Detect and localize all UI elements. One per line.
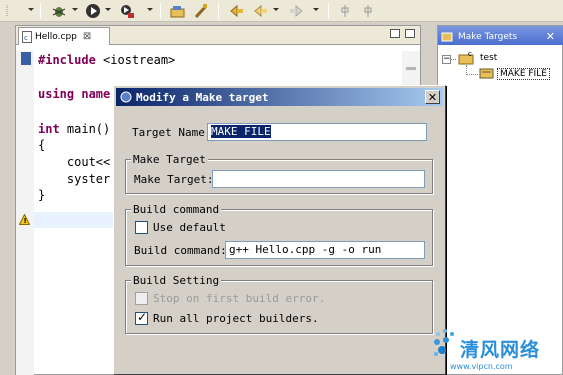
build-command-field[interactable]: g++ Hello.cpp -g -o run bbox=[225, 241, 425, 259]
stop-on-error-label[interactable]: Stop on first build error. bbox=[153, 292, 325, 305]
code-line[interactable]: #include <iostream> bbox=[38, 52, 175, 68]
watermark-logo: 清风网络 www.vipcn.com bbox=[430, 322, 563, 375]
use-default-label[interactable]: Use default bbox=[153, 221, 226, 234]
build-command-group-title: Build command bbox=[131, 203, 222, 216]
target-name-field[interactable]: MAKE FILE bbox=[207, 123, 427, 141]
close-button[interactable]: ✕ bbox=[425, 90, 440, 104]
editor-tab-bar: c Hello.cpp ⊠ bbox=[16, 26, 420, 45]
code-line[interactable]: syster bbox=[38, 171, 110, 187]
modify-make-target-dialog: Modify a Make target ✕ Target Name: MAKE… bbox=[113, 85, 446, 375]
cpp-file-icon: c bbox=[22, 30, 32, 43]
project-folder-icon: c bbox=[458, 50, 474, 65]
toolbar-separator bbox=[160, 3, 161, 19]
toolbar-grip-icon bbox=[2, 2, 12, 19]
forward-dropdown-icon[interactable] bbox=[313, 8, 319, 11]
make-target-icon bbox=[479, 68, 494, 79]
run-icon[interactable] bbox=[84, 2, 102, 19]
build-setting-group-title: Build Setting bbox=[131, 274, 222, 287]
svg-text:!: ! bbox=[24, 217, 27, 225]
use-default-checkbox[interactable] bbox=[135, 221, 148, 234]
editor-tab-hello-cpp[interactable]: c Hello.cpp ⊠ bbox=[18, 27, 110, 45]
toolbar-separator bbox=[218, 3, 219, 19]
minimize-icon[interactable] bbox=[390, 29, 400, 38]
make-icon[interactable] bbox=[192, 2, 210, 19]
back-icon[interactable] bbox=[252, 2, 270, 19]
editor-gutter bbox=[16, 51, 34, 375]
maximize-icon[interactable] bbox=[405, 29, 415, 38]
toolbar-separator bbox=[328, 3, 329, 19]
external-tools-dropdown-icon[interactable] bbox=[147, 8, 153, 11]
warning-icon[interactable]: ! bbox=[19, 214, 30, 225]
run-all-builders-label[interactable]: Run all project builders. bbox=[153, 312, 319, 325]
close-icon[interactable]: ✕ bbox=[546, 30, 555, 43]
make-target-group-title: Make Target bbox=[131, 153, 208, 166]
last-edit-icon[interactable] bbox=[228, 2, 246, 19]
build-setting-group bbox=[125, 280, 433, 334]
watermark-dots-icon bbox=[434, 329, 454, 356]
tree-project-label[interactable]: test bbox=[480, 53, 497, 63]
code-line[interactable]: cout<< bbox=[38, 154, 110, 170]
target-name-label: Target Name: bbox=[132, 126, 212, 139]
dialog-title-bar[interactable]: Modify a Make target ✕ bbox=[116, 88, 443, 106]
tab-make-targets[interactable]: Make Targets ✕ bbox=[441, 28, 559, 45]
run-all-builders-checkbox[interactable]: ✓ bbox=[135, 310, 148, 325]
stop-on-error-checkbox[interactable] bbox=[135, 292, 148, 305]
checkmark-icon: ✓ bbox=[137, 310, 148, 324]
tree-target-label[interactable]: MAKE FILE bbox=[497, 68, 550, 80]
tree-connector bbox=[466, 74, 478, 75]
build-command-label: Build command: bbox=[134, 244, 227, 257]
dialog-app-icon bbox=[120, 91, 132, 103]
editor-tab-label: Hello.cpp bbox=[35, 31, 77, 42]
forward-icon[interactable] bbox=[287, 2, 305, 19]
overview-ruler-marker bbox=[21, 52, 31, 65]
dropdown-arrow-icon[interactable] bbox=[28, 8, 34, 11]
code-line[interactable]: int main() bbox=[38, 121, 110, 137]
make-targets-icon bbox=[441, 32, 453, 41]
collapse-icon[interactable]: − bbox=[442, 55, 451, 64]
debug-icon[interactable] bbox=[50, 2, 68, 19]
ruler-mark[interactable] bbox=[406, 67, 416, 70]
pin-icon[interactable] bbox=[361, 2, 375, 19]
back-dropdown-icon[interactable] bbox=[273, 8, 279, 11]
main-toolbar bbox=[0, 0, 563, 22]
make-targets-tab-bar: Make Targets ✕ bbox=[438, 26, 563, 45]
run-dropdown-icon[interactable] bbox=[105, 8, 111, 11]
watermark-url: www.vipcn.com bbox=[450, 362, 513, 371]
debug-dropdown-icon[interactable] bbox=[72, 8, 78, 11]
svg-text:c: c bbox=[24, 34, 28, 42]
dialog-title: Modify a Make target bbox=[136, 90, 269, 104]
make-target-field[interactable] bbox=[212, 170, 425, 188]
watermark-text: 清风网络 bbox=[460, 339, 541, 361]
make-target-label: Make Target: bbox=[134, 173, 214, 186]
toolbar-separator bbox=[40, 3, 41, 19]
code-line[interactable]: } bbox=[38, 187, 45, 203]
code-line[interactable]: { bbox=[38, 137, 45, 153]
external-tools-icon[interactable] bbox=[118, 2, 136, 19]
code-line[interactable]: using name bbox=[38, 86, 110, 102]
close-icon[interactable]: ⊠ bbox=[83, 31, 91, 42]
make-targets-tab-label: Make Targets bbox=[458, 31, 518, 42]
svg-text:c: c bbox=[468, 50, 472, 58]
open-folder-icon[interactable] bbox=[169, 2, 187, 19]
pin-icon[interactable] bbox=[338, 2, 352, 19]
